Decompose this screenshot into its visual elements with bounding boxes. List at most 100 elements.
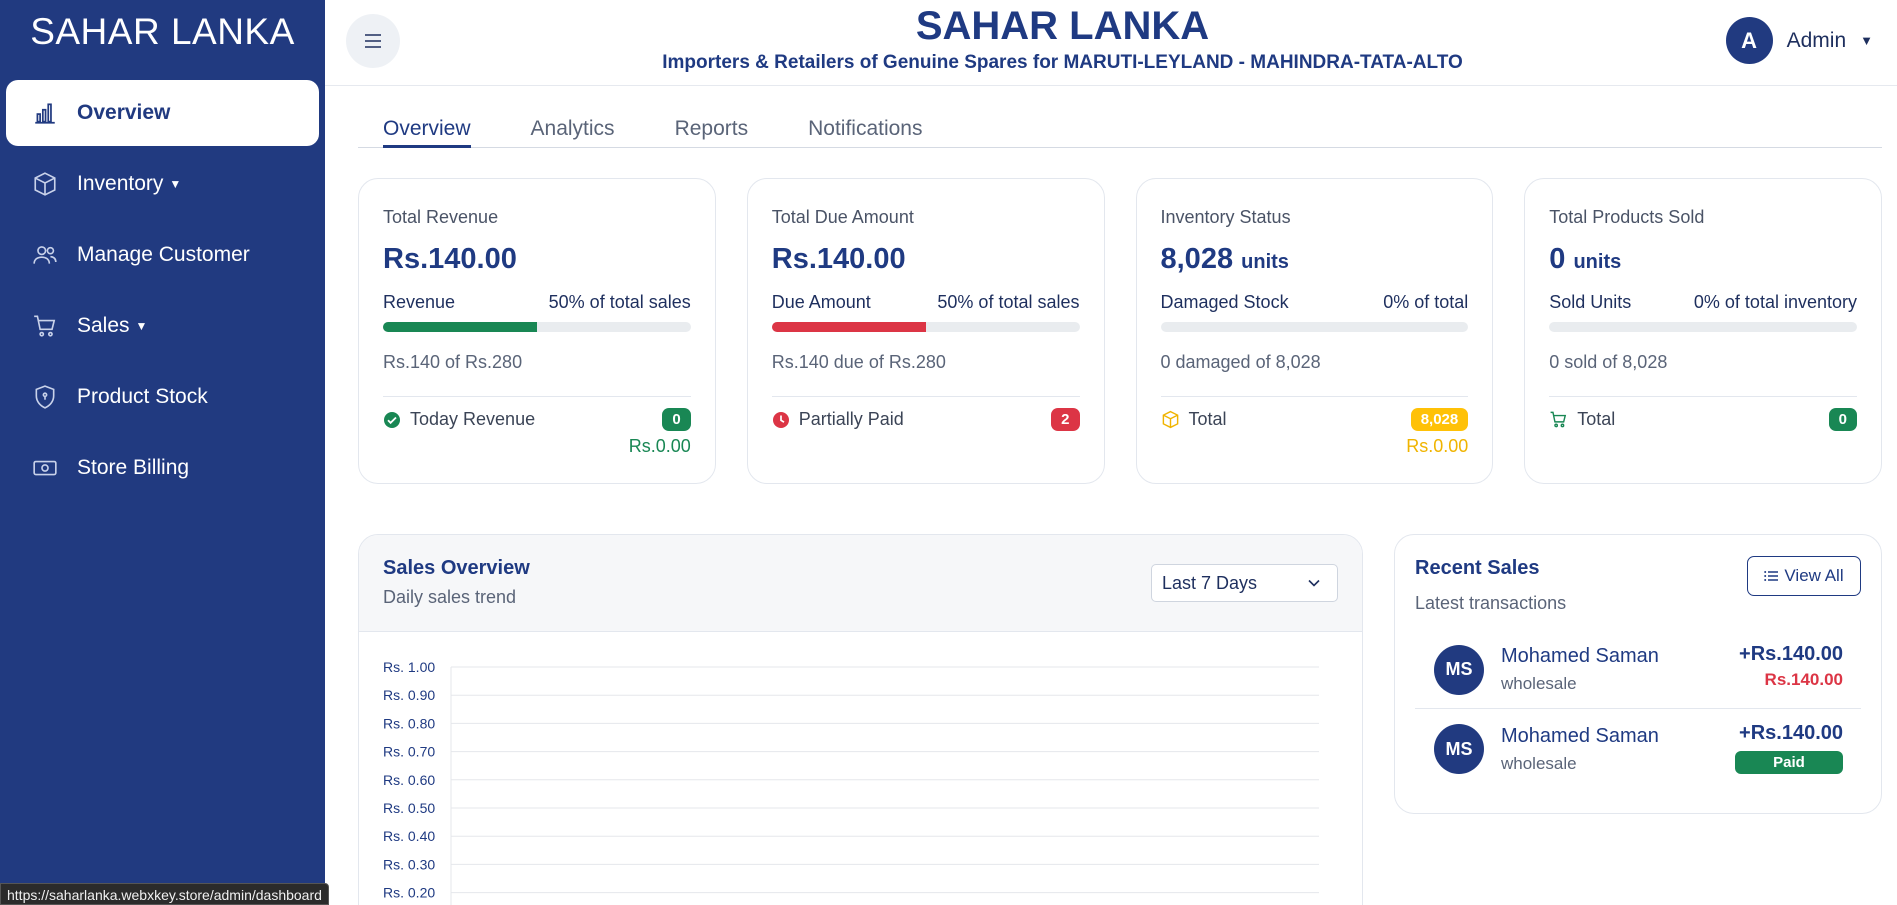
sale-type: wholesale (1501, 674, 1577, 693)
y-tick-label: Rs. 0.20 (383, 885, 435, 901)
browser-status-url: https://saharlanka.webxkey.store/admin/d… (0, 883, 329, 905)
sidebar-nav: Overview Inventory ▼ Manage Customer Sal… (0, 80, 325, 501)
card-title: Total Products Sold (1549, 207, 1705, 227)
status-badge: Paid (1735, 751, 1843, 774)
list-icon (1764, 571, 1779, 581)
card-value: Rs.140.00 (771, 243, 906, 275)
tab-bar: Overview Analytics Reports Notifications (358, 100, 1882, 148)
count-badge: 2 (1051, 408, 1080, 431)
sidebar-item-label: Manage Customer (77, 243, 250, 266)
tab-reports[interactable]: Reports (675, 100, 749, 148)
cart-icon (31, 312, 59, 340)
brand-logo: SAHAR LANKA (30, 11, 295, 52)
card-progress-row: Damaged Stock 0% of total (1160, 292, 1469, 312)
divider (1160, 396, 1469, 397)
caret-down-icon: ▼ (1860, 33, 1873, 48)
footer-label: Partially Paid (798, 409, 904, 429)
shield-icon (31, 383, 59, 411)
card-title: Inventory Status (1160, 207, 1291, 227)
check-circle-icon (384, 411, 400, 428)
progress-fill (383, 322, 537, 332)
card-title: Total Revenue (383, 207, 499, 227)
y-tick-label: Rs. 0.40 (383, 828, 435, 844)
card-total-revenue: Total Revenue Rs.140.00 Revenue 50% of to… (358, 178, 716, 484)
panel-title: Recent Sales (1415, 557, 1540, 579)
divider (1549, 396, 1857, 397)
sidebar-item-store-billing[interactable]: Store Billing (6, 435, 319, 501)
card-footer: Total 8,028 (1161, 408, 1469, 431)
panel-subtitle: Latest transactions (1415, 593, 1567, 613)
sidebar-item-sales[interactable]: Sales ▼ (6, 293, 319, 359)
clock-icon (772, 411, 789, 428)
footer-subvalue: Rs.0.00 (1406, 436, 1469, 456)
tab-notifications[interactable]: Notifications (808, 100, 922, 148)
card-note: Rs.140 due of Rs.280 (771, 352, 946, 372)
sales-line-chart: Rs. 1.00 Rs. 0.90 Rs. 0.80 Rs. 0.70 Rs. 0.60… (383, 659, 1319, 905)
panel-subtitle: Daily sales trend (383, 587, 517, 607)
people-icon (31, 241, 59, 269)
view-all-button[interactable]: View All (1747, 556, 1861, 596)
sidebar-item-label: Sales (77, 314, 130, 337)
card-value: 8,028 units (1160, 243, 1289, 275)
y-tick-label: Rs. 0.30 (383, 856, 435, 872)
avatar: A (1725, 17, 1773, 64)
card-progress-row: Sold Units 0% of total inventory (1549, 292, 1857, 312)
card-footer: Partially Paid 2 (772, 408, 1080, 431)
card-progress-row: Due Amount 50% of total sales (771, 292, 1080, 312)
page-title: SAHAR LANKA (915, 4, 1210, 48)
sidebar-item-manage-customer[interactable]: Manage Customer (6, 222, 319, 288)
box-icon (1162, 410, 1178, 429)
date-range-select[interactable]: Last 7 Days (1151, 564, 1338, 602)
tab-overview[interactable]: Overview (383, 100, 471, 148)
top-header: SAHAR LANKA Importers & Retailers of Gen… (325, 0, 1897, 86)
card-total-due: Total Due Amount Rs.140.00 Due Amount 50%… (746, 178, 1105, 484)
divider (771, 396, 1080, 397)
sale-amount: +Rs.140.00 (1739, 643, 1843, 665)
card-footer: Total 0 (1549, 408, 1857, 431)
stat-cards: Total Revenue Rs.140.00 Revenue 50% of to… (358, 178, 1882, 484)
footer-label: Total (1188, 409, 1227, 429)
progress-bar (1549, 322, 1857, 332)
card-value: 0 units (1549, 243, 1622, 275)
footer-label: Today Revenue (410, 409, 536, 429)
card-inventory-status: Inventory Status 8,028 units Damaged Sto… (1135, 178, 1494, 484)
sidebar-item-product-stock[interactable]: Product Stock (6, 364, 319, 430)
count-badge: 0 (1828, 408, 1857, 431)
card-note: 0 sold of 8,028 (1549, 352, 1668, 372)
sidebar-item-inventory[interactable]: Inventory ▼ (6, 151, 319, 217)
customer-name: Mohamed Saman (1501, 645, 1659, 667)
sidebar-item-overview[interactable]: Overview (6, 80, 319, 146)
panel-header: Sales Overview Daily sales trend Last 7 … (359, 535, 1362, 632)
list-item[interactable]: MS Mohamed Saman wholesale +Rs.140.00 Pa… (1415, 710, 1861, 788)
avatar: MS (1434, 724, 1484, 774)
tab-analytics[interactable]: Analytics (531, 100, 615, 148)
caret-down-icon: ▼ (169, 177, 182, 191)
recent-sales-panel: Recent Sales Latest transactions View Al… (1394, 534, 1882, 814)
sidebar-item-label: Store Billing (77, 456, 190, 479)
user-name: Admin (1786, 28, 1847, 52)
divider (383, 396, 691, 397)
avatar: MS (1434, 644, 1484, 695)
card-footer: Today Revenue 0 (383, 408, 691, 431)
y-tick-label: Rs. 0.60 (383, 772, 435, 788)
card-note: Rs.140 of Rs.280 (383, 352, 523, 372)
due-amount: Rs.140.00 (1764, 670, 1843, 689)
progress-bar (383, 322, 691, 332)
cash-icon (31, 454, 59, 482)
caret-down-icon: ▼ (135, 319, 148, 333)
user-menu[interactable]: A Admin ▼ (1725, 17, 1873, 64)
sale-type: wholesale (1501, 753, 1577, 773)
cart-icon (1550, 411, 1567, 428)
card-title: Total Due Amount (771, 207, 914, 227)
footer-label: Total (1577, 409, 1616, 429)
customer-name: Mohamed Saman (1501, 724, 1659, 747)
card-products-sold: Total Products Sold 0 units Sold Units 0%… (1524, 178, 1882, 484)
card-value: Rs.140.00 (383, 243, 517, 275)
y-tick-label: Rs. 1.00 (383, 659, 435, 675)
page-subtitle: Importers & Retailers of Genuine Spares … (662, 52, 1463, 73)
sidebar-item-label: Overview (77, 101, 171, 124)
sidebar-item-label: Inventory (77, 172, 164, 195)
y-tick-label: Rs. 0.70 (383, 744, 435, 760)
list-item[interactable]: MS Mohamed Saman wholesale +Rs.140.00 Rs… (1415, 631, 1861, 709)
card-note: 0 damaged of 8,028 (1160, 352, 1321, 372)
